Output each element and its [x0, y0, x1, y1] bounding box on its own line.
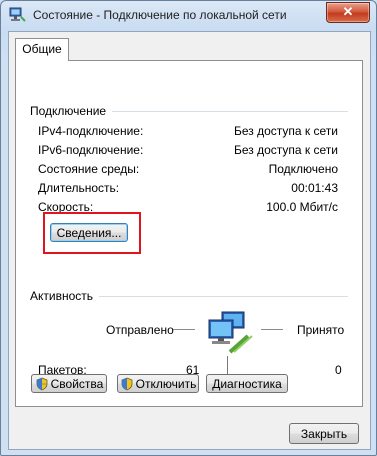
- ipv4-label: IPv4-подключение:: [38, 124, 144, 138]
- properties-label: Свойства: [50, 377, 104, 391]
- ipv6-value: Без доступа к сети: [234, 143, 338, 157]
- ipv6-row: IPv6-подключение: Без доступа к сети: [38, 143, 338, 159]
- disable-button[interactable]: Отключить: [117, 374, 199, 393]
- duration-label: Длительность:: [38, 181, 120, 195]
- ipv4-value: Без доступа к сети: [234, 124, 338, 138]
- sent-label: Отправлено: [106, 323, 174, 337]
- media-state-label: Состояние среды:: [38, 162, 140, 176]
- diagnose-button[interactable]: Диагностика: [206, 374, 288, 393]
- tab-panel-general: Подключение IPv4-подключение: Без доступ…: [15, 60, 363, 407]
- dialog-client-area: Общие Подключение IPv4-подключение: Без …: [8, 31, 371, 450]
- received-dash: [261, 329, 283, 330]
- uac-shield-icon: [121, 377, 133, 391]
- speed-value: 100.0 Мбит/с: [266, 200, 338, 214]
- tab-general[interactable]: Общие: [15, 38, 69, 61]
- window-title: Состояние - Подключение по локальной сет…: [33, 8, 287, 22]
- connection-group-label: Подключение: [30, 104, 113, 118]
- window-close-button[interactable]: ✕: [326, 2, 370, 23]
- ipv4-row: IPv4-подключение: Без доступа к сети: [38, 124, 338, 140]
- network-computers-icon: [208, 311, 253, 354]
- sent-dash: [173, 329, 195, 330]
- media-state-value: Подключено: [268, 162, 338, 176]
- ipv6-label: IPv6-подключение:: [38, 143, 144, 157]
- received-label: Принято: [297, 323, 345, 337]
- close-button[interactable]: Закрыть: [289, 423, 359, 444]
- media-state-row: Состояние среды: Подключено: [38, 162, 338, 178]
- status-dialog-window: Состояние - Подключение по локальной сет…: [0, 0, 377, 456]
- network-connection-icon: [9, 7, 26, 22]
- details-button[interactable]: Сведения...: [50, 223, 128, 242]
- packets-received-value: 0: [335, 363, 342, 377]
- duration-value: 00:01:43: [291, 181, 338, 195]
- activity-group-label: Активность: [30, 289, 100, 303]
- disable-label: Отключить: [135, 377, 197, 391]
- duration-row: Длительность: 00:01:43: [38, 181, 338, 197]
- uac-shield-icon: [36, 377, 48, 391]
- properties-button[interactable]: Свойства: [31, 374, 107, 393]
- title-bar[interactable]: Состояние - Подключение по локальной сет…: [1, 1, 376, 29]
